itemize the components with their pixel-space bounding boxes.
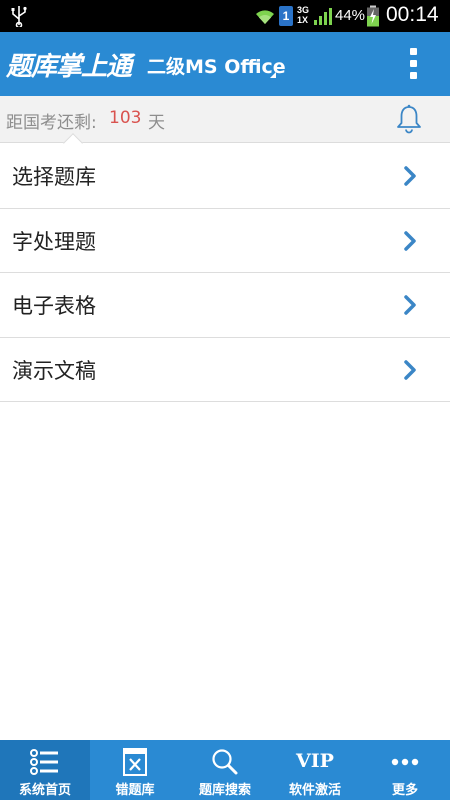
tab-label: 更多 <box>391 783 418 798</box>
battery-percent: 44% <box>335 7 366 24</box>
tab-search[interactable]: 题库搜索 <box>180 740 270 800</box>
menu-item-spreadsheet[interactable]: 电子表格 <box>0 273 450 338</box>
tab-more[interactable]: 更多 <box>360 740 450 800</box>
more-icon <box>391 758 419 766</box>
chevron-right-icon <box>404 166 416 186</box>
menu-item-choice-bank[interactable]: 选择题库 <box>0 144 450 209</box>
tab-label: 软件激活 <box>288 783 341 798</box>
chevron-right-icon <box>404 359 416 380</box>
chevron-right-icon <box>404 295 416 315</box>
network-type: 3G 1X <box>297 5 310 25</box>
bell-icon[interactable] <box>393 103 425 135</box>
battery-charging-icon <box>367 5 379 27</box>
tab-label: 系统首页 <box>18 783 71 798</box>
question-type-menu: 选择题库 字处理题 电子表格 演示文稿 <box>0 144 450 402</box>
menu-item-presentation[interactable]: 演示文稿 <box>0 337 450 402</box>
app-header: 题库掌上通 二级MS Office <box>0 32 450 96</box>
menu-item-label: 字处理题 <box>12 229 96 254</box>
usb-icon <box>11 6 27 27</box>
tab-wrong-questions[interactable]: 错题库 <box>90 740 180 800</box>
clock: 00:14 <box>386 3 439 26</box>
countdown-label: 距国考还剩: <box>6 113 97 133</box>
status-bar: 1 3G 1X 44% 00:14 <box>0 0 450 32</box>
countdown-unit: 天 <box>148 113 165 133</box>
menu-item-label: 电子表格 <box>12 294 96 318</box>
vip-badge: VIP <box>296 750 334 772</box>
exam-countdown-bar: 距国考还剩: 103 天 <box>0 96 450 143</box>
menu-item-label: 演示文稿 <box>12 358 96 383</box>
menu-item-word-processing[interactable]: 字处理题 <box>0 208 450 273</box>
search-icon <box>212 749 238 775</box>
tab-label: 题库搜索 <box>198 783 251 798</box>
bottom-tab-bar: 系统首页 错题库 题库搜索 VIP 软件激活 更多 <box>0 740 450 800</box>
countdown-days: 103 <box>109 108 142 128</box>
tab-home[interactable]: 系统首页 <box>0 740 90 800</box>
tab-activate[interactable]: VIP 软件激活 <box>270 740 360 800</box>
chevron-right-icon <box>404 230 416 251</box>
wifi-icon <box>256 10 274 24</box>
sim-slot-badge: 1 <box>279 6 293 26</box>
wrong-questions-icon <box>123 748 147 776</box>
app-logo: 题库掌上通 <box>6 52 132 82</box>
dropdown-caret-icon[interactable] <box>270 72 276 78</box>
signal-icon <box>314 8 332 25</box>
home-list-icon <box>30 749 58 775</box>
tab-label: 错题库 <box>115 783 155 798</box>
overflow-menu-icon[interactable] <box>400 44 428 84</box>
subject-selector[interactable]: 二级MS Office <box>147 52 286 79</box>
menu-item-label: 选择题库 <box>12 165 96 189</box>
